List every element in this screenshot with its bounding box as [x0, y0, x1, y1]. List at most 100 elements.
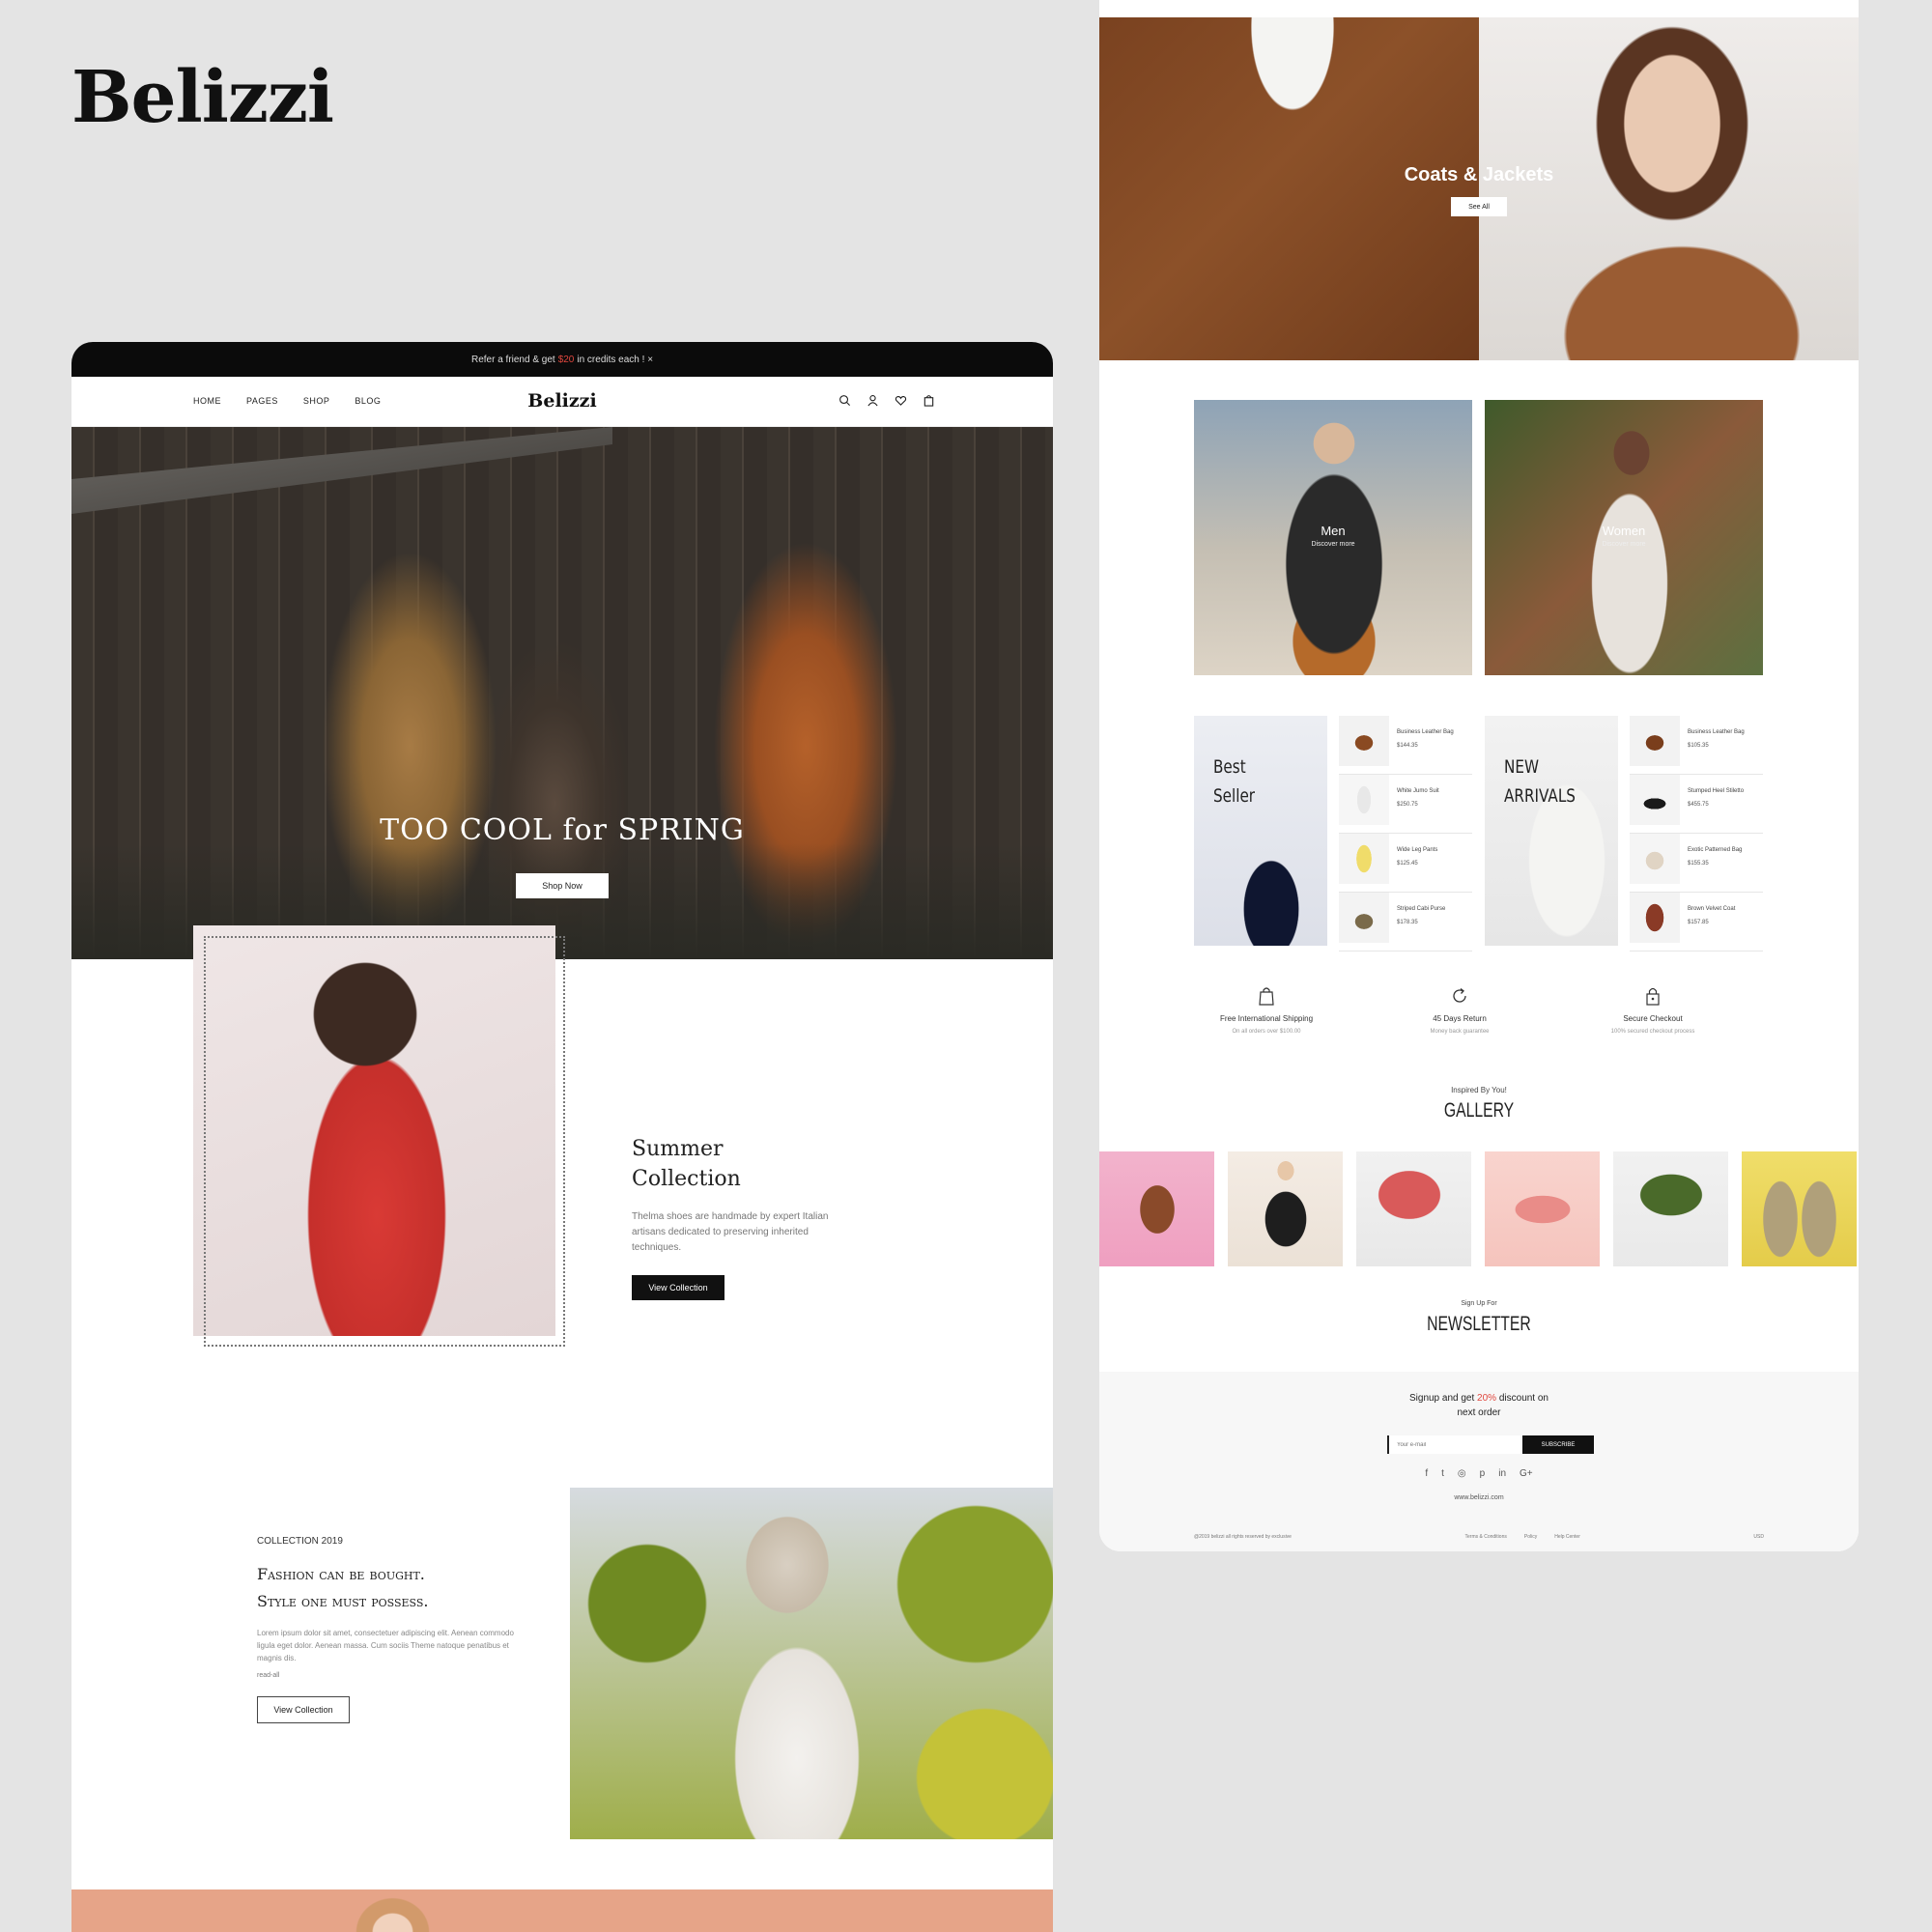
linkedin-icon[interactable]: in	[1498, 1468, 1506, 1479]
site-url[interactable]: www.belizzi.com	[1099, 1494, 1859, 1501]
coats-see-all-button[interactable]: See All	[1451, 197, 1507, 216]
category-women[interactable]: Women Discover more	[1485, 400, 1763, 675]
bag-icon	[1259, 987, 1274, 1006]
feature-secure: Secure Checkout 100% secured checkout pr…	[1576, 985, 1730, 1035]
footer-currency[interactable]: USD	[1753, 1534, 1764, 1540]
product-name: Stumped Heel Stiletto	[1688, 788, 1745, 794]
user-icon[interactable]	[867, 394, 879, 407]
product-thumb	[1339, 775, 1389, 825]
product-item[interactable]: Stumped Heel Stiletto $455.75	[1630, 775, 1763, 834]
best-seller-title: Best Seller	[1213, 753, 1255, 810]
twitter-icon[interactable]: t	[1441, 1468, 1444, 1479]
coats-banner	[1099, 17, 1859, 360]
footer-link-terms[interactable]: Terms & Conditions	[1465, 1534, 1507, 1540]
feature-title: 45 Days Return	[1433, 1014, 1487, 1023]
promo-suffix[interactable]: in credits each ! ×	[577, 355, 653, 365]
heart-icon[interactable]	[895, 394, 907, 407]
hero-roof	[71, 427, 612, 514]
instagram-icon[interactable]: ◎	[1458, 1468, 1466, 1479]
pinterest-icon[interactable]: p	[1480, 1468, 1486, 1479]
new-arrivals-title-line2: ARRIVALS	[1504, 785, 1576, 807]
promo-amount: $20	[557, 354, 575, 365]
best-seller-title-line2: Seller	[1213, 785, 1256, 807]
product-item[interactable]: Business Leather Bag $144.35	[1339, 716, 1472, 775]
nav-icons	[838, 394, 935, 407]
home-page-frame: Refer a friend & get $20 in credits each…	[71, 342, 1053, 1932]
newsletter-title: NEWSLETTER	[1427, 1313, 1531, 1335]
category-men[interactable]: Men Discover more	[1194, 400, 1472, 675]
summer-dotted-frame	[204, 936, 565, 1347]
new-arrivals-title: NEW ARRIVALS	[1504, 753, 1576, 810]
best-seller-list: Business Leather Bag $144.35 White Jumo S…	[1339, 716, 1472, 952]
brand-logo: Belizzi	[71, 56, 334, 139]
product-item[interactable]: Business Leather Bag $105.35	[1630, 716, 1763, 775]
hero-title: TOO COOL for SPRING	[380, 813, 745, 847]
return-icon	[1453, 987, 1466, 1003]
summer-title-line1: Summer	[632, 1137, 724, 1161]
collection-year: COLLECTION 2019	[257, 1536, 343, 1547]
feature-sub: 100% secured checkout process	[1610, 1029, 1695, 1035]
product-item[interactable]: White Jumo Suit $250.75	[1339, 775, 1472, 834]
product-price: $144.35	[1397, 743, 1418, 749]
product-thumb	[1339, 893, 1389, 943]
feature-shipping: Free International Shipping On all order…	[1189, 985, 1344, 1035]
gallery-subtitle: Inspired By You!	[1451, 1086, 1507, 1094]
product-price: $105.35	[1688, 743, 1709, 749]
gallery-strip	[1099, 1151, 1859, 1266]
collection-read-more[interactable]: read-all	[257, 1672, 279, 1679]
product-item[interactable]: Wide Leg Pants $125.45	[1339, 834, 1472, 893]
gallery-image[interactable]	[1485, 1151, 1600, 1266]
subscribe-button[interactable]: SUBSCRIBE	[1522, 1435, 1594, 1454]
hero-banner: TOO COOL for SPRING Shop Now	[71, 427, 1053, 959]
gallery-image[interactable]	[1742, 1151, 1857, 1266]
promo-bar: Refer a friend & get $20 in credits each…	[71, 342, 1053, 377]
summer-view-collection-button[interactable]: View Collection	[632, 1275, 724, 1300]
feature-sub: On all orders over $100.00	[1232, 1029, 1301, 1035]
best-seller-card[interactable]: Best Seller	[1194, 716, 1327, 946]
new-arrivals-card[interactable]: NEW ARRIVALS	[1485, 716, 1618, 946]
summer-title: Summer Collection	[632, 1134, 854, 1194]
footer-link-policy[interactable]: Policy	[1524, 1534, 1537, 1540]
category-men-label: Men	[1321, 524, 1346, 538]
feature-title: Free International Shipping	[1219, 1014, 1314, 1023]
summer-title-line2: Collection	[632, 1167, 741, 1191]
product-name: White Jumo Suit	[1397, 788, 1439, 794]
collection-view-button[interactable]: View Collection	[257, 1696, 350, 1723]
category-men-sub: Discover more	[1311, 541, 1355, 548]
footer-row: @2019 belizzi all rights reserved by exc…	[1194, 1534, 1764, 1540]
gallery-image[interactable]	[1613, 1151, 1728, 1266]
product-thumb	[1339, 716, 1389, 766]
feature-sub: Money back guarantee	[1430, 1029, 1490, 1035]
newsletter-email-input[interactable]	[1387, 1435, 1520, 1454]
footer-links: Terms & Conditions Policy Help Center	[1465, 1534, 1580, 1540]
main-nav: HOME PAGES SHOP BLOG Belizzi	[71, 377, 1053, 427]
product-thumb	[1630, 893, 1680, 943]
gallery-image[interactable]	[1356, 1151, 1471, 1266]
search-icon[interactable]	[838, 394, 851, 407]
facebook-icon[interactable]: f	[1425, 1468, 1428, 1479]
product-item[interactable]: Brown Velvet Coat $157.85	[1630, 893, 1763, 952]
collection-title-line2: Style one must possess.	[257, 1592, 429, 1610]
banner-model-head	[347, 1889, 439, 1932]
product-price: $250.75	[1397, 802, 1418, 808]
product-item[interactable]: Exotic Patterned Bag $155.35	[1630, 834, 1763, 893]
product-name: Brown Velvet Coat	[1688, 906, 1736, 912]
social-links: f t ◎ p in G+	[1099, 1468, 1859, 1479]
product-price: $155.35	[1688, 861, 1709, 867]
google-plus-icon[interactable]: G+	[1520, 1468, 1533, 1479]
footer-copyright: @2019 belizzi all rights reserved by exc…	[1194, 1534, 1292, 1540]
gallery-image[interactable]	[1099, 1151, 1214, 1266]
gallery-image[interactable]	[1228, 1151, 1343, 1266]
new-arrivals-list: Business Leather Bag $105.35 Stumped Heel…	[1630, 716, 1763, 952]
shop-now-button[interactable]: Shop Now	[516, 873, 609, 898]
bag-icon[interactable]	[923, 394, 935, 407]
product-item[interactable]: Striped Cabi Purse $178.35	[1339, 893, 1472, 952]
product-price: $157.85	[1688, 920, 1709, 925]
collection-description: Lorem ipsum dolor sit amet, consectetuer…	[257, 1629, 514, 1662]
product-name: Striped Cabi Purse	[1397, 906, 1446, 912]
newsletter-subtitle: Sign Up For	[1461, 1300, 1497, 1307]
next-section-banner	[71, 1889, 1053, 1932]
gallery-title: GALLERY	[1443, 1099, 1515, 1122]
footer-link-help[interactable]: Help Center	[1554, 1534, 1580, 1540]
promo-prefix: Refer a friend & get	[470, 354, 555, 365]
